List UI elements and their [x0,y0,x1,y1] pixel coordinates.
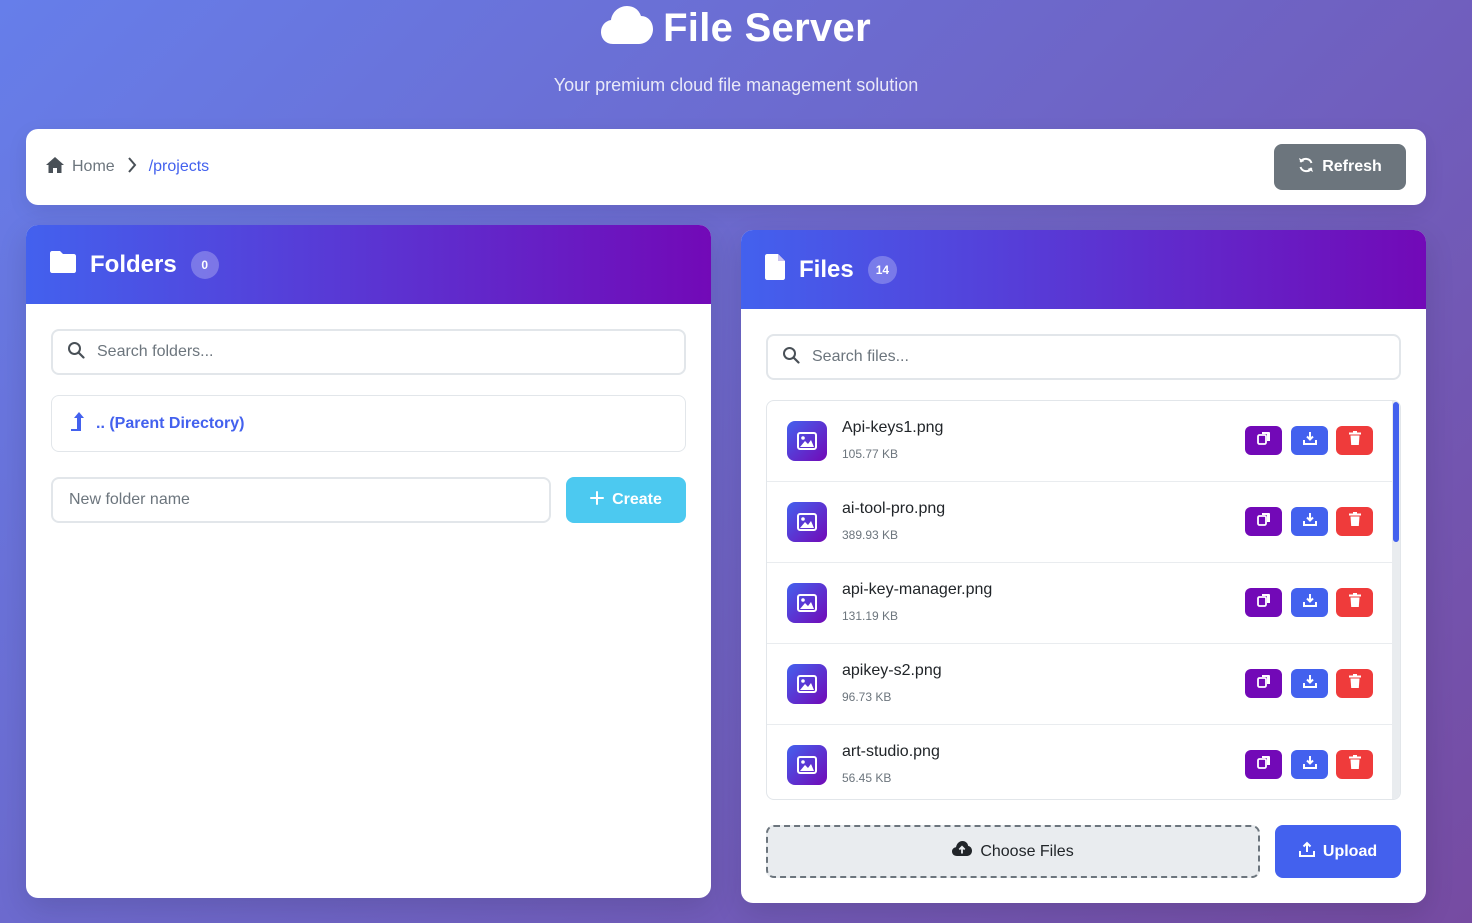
file-search-input[interactable] [812,348,1372,366]
app-header: File Server [0,6,1472,51]
search-icon [67,341,85,364]
download-button[interactable] [1291,507,1328,536]
upload-icon [1298,841,1315,862]
download-button[interactable] [1291,588,1328,617]
cloud-upload-icon [952,841,973,862]
files-panel: Files 14 Api-keys1.png 105.77 KB ai-tool… [741,230,1426,903]
upload-button[interactable]: Upload [1275,825,1401,878]
delete-button[interactable] [1336,750,1373,779]
file-name: Api-keys1.png [842,419,944,436]
download-button[interactable] [1291,669,1328,698]
files-panel-header: Files 14 [741,230,1426,309]
app-title: File Server [663,6,871,50]
copy-icon [1256,755,1271,774]
file-list-scrollbar[interactable] [1392,401,1400,799]
download-button[interactable] [1291,750,1328,779]
file-size: 56.45 KB [842,771,892,785]
breadcrumb: Home /projects [46,129,209,205]
file-name: ai-tool-pro.png [842,500,946,517]
download-icon [1302,512,1317,531]
trash-icon [1348,431,1361,450]
file-row[interactable]: art-studio.png 56.45 KB [767,725,1392,799]
download-icon [1302,593,1317,612]
file-name: art-studio.png [842,743,940,760]
app-subtitle: Your premium cloud file management solut… [553,75,919,95]
delete-button[interactable] [1336,507,1373,536]
copy-button[interactable] [1245,426,1282,455]
delete-button[interactable] [1336,426,1373,455]
breadcrumb-home[interactable]: Home [72,158,115,176]
trash-icon [1348,512,1361,531]
download-icon [1302,755,1317,774]
folder-icon [50,251,76,278]
folders-count-badge: 0 [190,250,219,279]
create-folder-button[interactable]: Create [566,477,686,523]
refresh-icon [1298,157,1314,178]
copy-button[interactable] [1245,669,1282,698]
copy-icon [1256,512,1271,531]
new-folder-name-input[interactable] [51,477,551,523]
copy-button[interactable] [1245,750,1282,779]
files-count-badge: 14 [867,255,898,284]
file-list: Api-keys1.png 105.77 KB ai-tool-pro.png … [766,400,1401,800]
image-icon [787,745,827,785]
breadcrumb-bar: Home /projects Refresh [26,129,1426,205]
file-name: apikey-s2.png [842,662,942,679]
search-icon [782,346,800,369]
delete-button[interactable] [1336,588,1373,617]
refresh-label: Refresh [1322,158,1382,175]
folders-panel-header: Folders 0 [26,225,711,304]
scrollbar-thumb[interactable] [1393,402,1399,542]
file-icon [765,254,785,285]
files-title: Files [799,255,854,283]
download-button[interactable] [1291,426,1328,455]
image-icon [787,664,827,704]
file-row[interactable]: Api-keys1.png 105.77 KB [767,401,1392,482]
file-row[interactable]: apikey-s2.png 96.73 KB [767,644,1392,725]
breadcrumb-current-path[interactable]: /projects [149,158,209,176]
trash-icon [1348,593,1361,612]
create-label: Create [612,491,662,508]
copy-button[interactable] [1245,507,1282,536]
file-name: api-key-manager.png [842,581,993,598]
cloud-icon [601,6,654,51]
level-up-icon [70,411,86,436]
image-icon [787,583,827,623]
folder-search-input[interactable] [97,343,657,361]
image-icon [787,421,827,461]
download-icon [1302,674,1317,693]
file-row[interactable]: ai-tool-pro.png 389.93 KB [767,482,1392,563]
download-icon [1302,431,1317,450]
plus-icon [590,490,605,510]
folder-search-box [51,329,686,375]
refresh-button[interactable]: Refresh [1274,144,1406,190]
copy-button[interactable] [1245,588,1282,617]
upload-label: Upload [1322,842,1378,860]
copy-icon [1256,674,1271,693]
file-size: 389.93 KB [842,528,899,542]
file-row[interactable]: api-key-manager.png 131.19 KB [767,563,1392,644]
delete-button[interactable] [1336,669,1373,698]
file-size: 105.77 KB [842,447,899,461]
trash-icon [1348,674,1361,693]
chevron-right-icon [127,156,137,178]
parent-directory-label: .. (Parent Directory) [96,414,245,432]
trash-icon [1348,755,1361,774]
folders-panel: Folders 0 .. (Parent Directory) Create [26,225,711,898]
choose-files-label: Choose Files [980,842,1074,860]
file-search-box [766,334,1401,380]
home-icon[interactable] [46,156,64,178]
parent-directory-link[interactable]: .. (Parent Directory) [51,395,686,452]
file-size: 96.73 KB [842,690,892,704]
file-size: 131.19 KB [842,609,899,623]
copy-icon [1256,431,1271,450]
image-icon [787,502,827,542]
copy-icon [1256,593,1271,612]
folders-title: Folders [90,250,177,278]
choose-files-button[interactable]: Choose Files [766,825,1260,878]
